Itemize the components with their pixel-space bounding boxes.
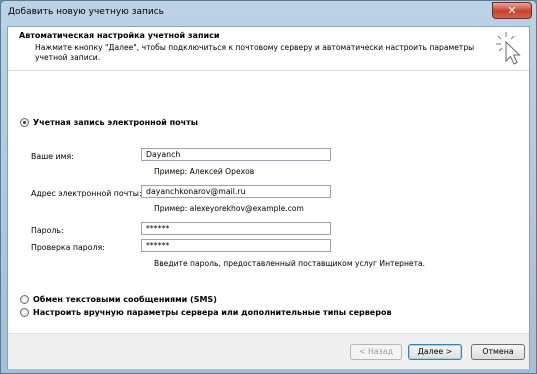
radio-email-account[interactable] xyxy=(20,118,29,127)
name-input[interactable]: Dayanch xyxy=(141,148,331,161)
option-email-account-label: Учетная запись электронной почты xyxy=(33,118,198,127)
email-hint: Пример: alexeyorekhov@example.com xyxy=(154,204,304,213)
wizard-header: Автоматическая настройка учетной записи … xyxy=(8,27,529,71)
password-label: Пароль: xyxy=(31,226,64,235)
title-bar[interactable]: Добавить новую учетную запись ✕ xyxy=(1,1,536,25)
close-icon: ✕ xyxy=(507,4,517,17)
password-confirm-label: Проверка пароля: xyxy=(31,243,105,252)
radio-manual[interactable] xyxy=(20,308,29,317)
radio-sms[interactable] xyxy=(20,295,29,304)
email-input[interactable]: dayanchkonarov@mail.ru xyxy=(141,185,331,198)
dialog-window: Добавить новую учетную запись ✕ Автомати… xyxy=(0,0,537,374)
back-button[interactable]: < Назад xyxy=(350,344,402,360)
wizard-content: Учетная запись электронной почты Ваше им… xyxy=(8,71,529,333)
cursor-sparkle-icon xyxy=(496,32,521,65)
close-button[interactable]: ✕ xyxy=(492,2,532,19)
option-sms[interactable]: Обмен текстовыми сообщениями (SMS) xyxy=(20,295,217,304)
cancel-button[interactable]: Отмена xyxy=(471,344,525,360)
next-button[interactable]: Далее > xyxy=(408,344,462,360)
name-label: Ваше имя: xyxy=(31,152,74,161)
dialog-client: Автоматическая настройка учетной записи … xyxy=(7,26,530,369)
wizard-footer: < Назад Далее > Отмена xyxy=(8,333,529,369)
header-description: Нажмите кнопку "Далее", чтобы подключить… xyxy=(35,43,475,62)
option-email-account[interactable]: Учетная запись электронной почты xyxy=(20,118,198,127)
option-manual[interactable]: Настроить вручную параметры сервера или … xyxy=(20,308,392,317)
password-input[interactable]: ****** xyxy=(141,222,331,235)
window-title: Добавить новую учетную запись xyxy=(8,7,164,17)
name-hint: Пример: Алексей Орехов xyxy=(154,167,255,176)
password-hint: Введите пароль, предоставленный поставщи… xyxy=(154,259,426,268)
header-title: Автоматическая настройка учетной записи xyxy=(19,31,220,40)
password-confirm-input[interactable]: ****** xyxy=(141,239,331,252)
email-label: Адрес электронной почты: xyxy=(31,189,142,198)
option-manual-label: Настроить вручную параметры сервера или … xyxy=(33,308,392,317)
option-sms-label: Обмен текстовыми сообщениями (SMS) xyxy=(33,295,217,304)
